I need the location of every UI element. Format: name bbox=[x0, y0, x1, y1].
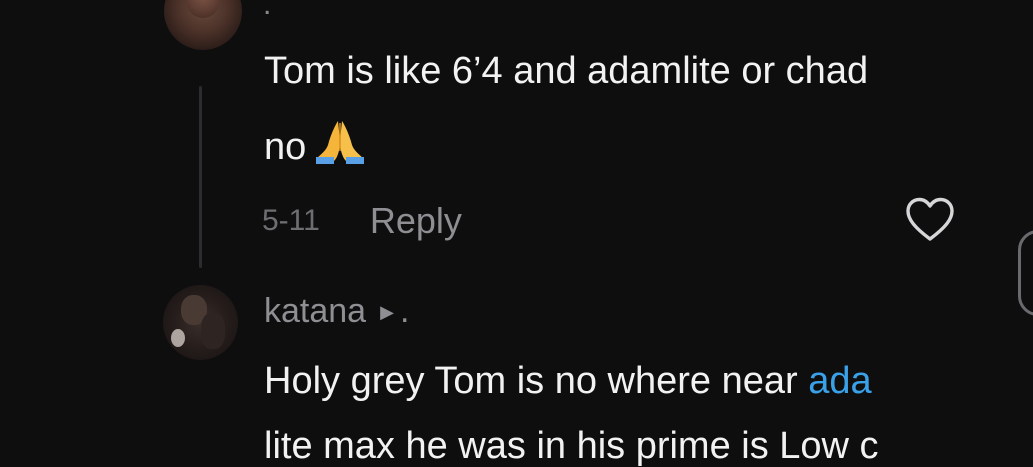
username-suffix: . bbox=[399, 292, 410, 330]
comment-text-fragment: Holy grey Tom is no where near bbox=[264, 360, 809, 402]
edge-control[interactable] bbox=[1018, 230, 1033, 316]
avatar-face bbox=[186, 0, 220, 18]
comment-text-line: Tom is like 6’4 and adamlite or chad bbox=[264, 50, 869, 92]
avatar-shape bbox=[201, 313, 225, 349]
folded-hands-emoji bbox=[312, 117, 368, 172]
avatar-shape bbox=[171, 329, 185, 347]
mention-link[interactable]: ada bbox=[808, 360, 871, 402]
avatar[interactable] bbox=[164, 0, 242, 50]
comments-screen: . Tom is like 6’4 and adamlite or chad n… bbox=[0, 0, 1033, 467]
comment-text-line: lite max he was in his prime is Low c bbox=[264, 425, 879, 467]
comment-text-line: Holy grey Tom is no where near ada bbox=[264, 362, 872, 400]
comment-meta-row: 5-11 Reply bbox=[262, 200, 462, 242]
comment-text-fragment: no bbox=[264, 126, 307, 168]
thread-line bbox=[199, 86, 202, 268]
play-triangle-icon: ▶ bbox=[380, 302, 394, 322]
reply-button[interactable]: Reply bbox=[370, 200, 462, 242]
comment-text-line: no bbox=[264, 117, 368, 172]
avatar[interactable] bbox=[163, 285, 238, 360]
comment-date: 5-11 bbox=[262, 204, 320, 237]
heart-outline-icon[interactable] bbox=[904, 196, 956, 244]
comment-username[interactable]: katana bbox=[264, 292, 366, 330]
comment-username[interactable]: . bbox=[263, 0, 271, 22]
comment-username-row: katana ▶. bbox=[264, 292, 409, 331]
